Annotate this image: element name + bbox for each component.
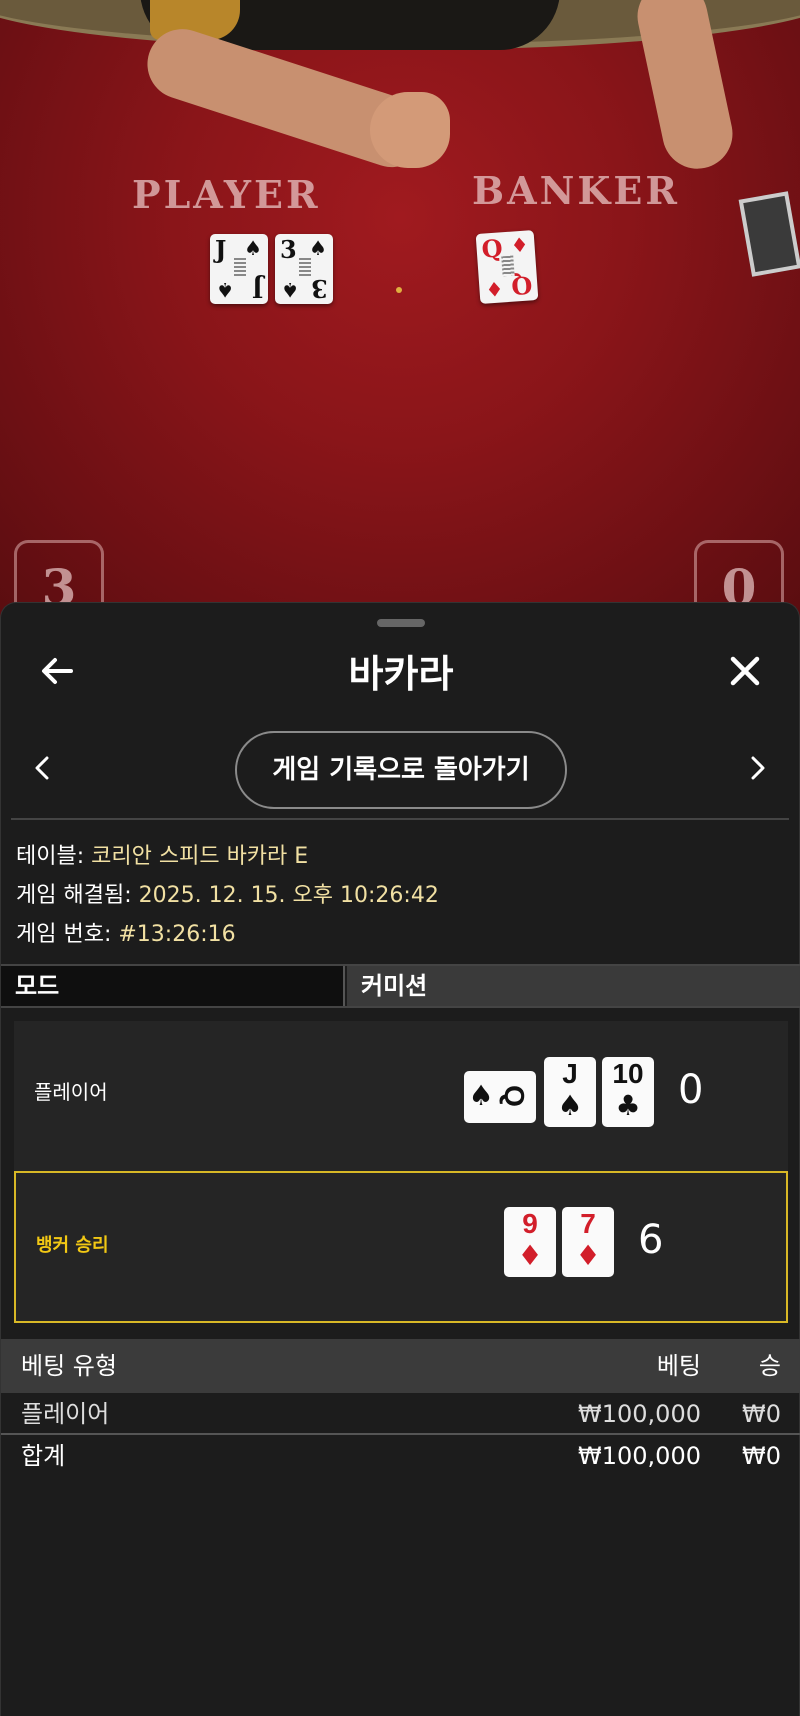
divider [11, 818, 789, 820]
spade-icon: ♠ [281, 278, 299, 302]
bet-amount-cell: ₩100,000 [578, 1400, 701, 1428]
diamond-icon: ♦ [509, 232, 530, 258]
table-info: 테이블: 코리안 스피드 바카라 E [16, 838, 308, 870]
table-row: 플레이어 ₩100,000 ₩0 [1, 1393, 800, 1435]
spade-icon: ♠ [216, 278, 234, 302]
player-result-panel: 플레이어 ♠ Q J ♠ 10 ♣ 0 [14, 1021, 788, 1173]
win-amount-cell: ₩0 [742, 1400, 781, 1428]
bet-amount-header: 베팅 [656, 1352, 701, 1380]
felt-player-label: PLAYER [132, 172, 321, 217]
win-amount-header: 승 [758, 1352, 781, 1380]
table-card-player-1: J ♠ J ♠ [210, 234, 268, 304]
card-rank: 9 [522, 1208, 538, 1239]
table-marker [396, 287, 402, 293]
page-title: 바카라 [348, 652, 454, 696]
game-number-value: #13:26:16 [118, 922, 236, 947]
drag-handle[interactable] [377, 619, 425, 627]
diamond-icon: ♦ [484, 276, 505, 302]
chevron-right-icon[interactable] [745, 753, 771, 783]
banker-win-label: 뱅커 승리 [36, 1235, 109, 1256]
game-number-label: 게임 번호: [16, 922, 119, 947]
club-icon: ♣ [615, 1089, 641, 1122]
card-rank: J [562, 1058, 578, 1089]
card-rank: J [251, 274, 263, 303]
table-card-player-2: 3 ♠ 3 ♠ [275, 234, 333, 304]
felt-banker-label: BANKER [472, 168, 680, 213]
resolved-info: 게임 해결됨: 2025. 12. 15. 오후 10:26:42 [16, 877, 439, 909]
game-history-sheet: 바카라 게임 기록으로 돌아가기 테이블: 코리안 스피드 바카라 E 게임 해… [0, 602, 800, 1716]
tab-mode[interactable]: 모드 [1, 966, 345, 1006]
spade-icon: ♠ [468, 1079, 494, 1112]
bet-type-header: 베팅 유형 [21, 1352, 117, 1380]
player-result-label: 플레이어 [34, 1080, 108, 1104]
card-face [299, 258, 311, 278]
mode-tabs: 모드 커미션 [1, 964, 800, 1008]
result-card: 10 ♣ [602, 1057, 654, 1127]
spade-icon: ♠ [309, 236, 327, 260]
bets-table-header: 베팅 유형 베팅 승 [1, 1339, 800, 1393]
card-rank: 3 [280, 235, 297, 264]
banker-result-score: 6 [638, 1217, 664, 1263]
banker-result-panel: 뱅커 승리 9 ♦ 7 ♦ 6 [14, 1171, 788, 1323]
result-card: J ♠ [544, 1057, 596, 1127]
diamond-icon: ♦ [575, 1239, 601, 1272]
spade-icon: ♠ [557, 1089, 583, 1122]
card-shoe [738, 191, 800, 277]
tab-commission[interactable]: 커미션 [347, 966, 800, 1006]
result-card: 9 ♦ [504, 1207, 556, 1277]
back-to-history-button[interactable]: 게임 기록으로 돌아가기 [235, 731, 567, 809]
card-rank: 3 [311, 274, 328, 303]
card-rank: 7 [580, 1208, 596, 1239]
diamond-icon: ♦ [517, 1239, 543, 1272]
result-card: 7 ♦ [562, 1207, 614, 1277]
table-info-label: 테이블: [16, 844, 92, 869]
resolved-info-label: 게임 해결됨: [16, 883, 139, 908]
card-rank: Q [510, 270, 534, 301]
total-row: 합계 ₩100,000 ₩0 [1, 1435, 800, 1477]
result-card: ♠ Q [464, 1071, 536, 1123]
chevron-left-icon[interactable] [29, 753, 55, 783]
card-rank: Q [499, 1085, 530, 1107]
total-bet-amount: ₩100,000 [578, 1442, 701, 1470]
resolved-info-value: 2025. 12. 15. 오후 10:26:42 [138, 883, 439, 908]
card-face [234, 258, 246, 278]
table-card-banker-1: Q ♦ Q ♦ [475, 230, 539, 304]
total-label: 합계 [21, 1442, 66, 1470]
live-video-feed: PLAYER BANKER J ♠ J ♠ 3 ♠ 3 ♠ Q ♦ Q ♦ 3 … [0, 0, 800, 620]
card-rank: J [215, 235, 227, 264]
table-info-value: 코리안 스피드 바카라 E [91, 844, 309, 869]
dealer-hand-left [370, 92, 450, 168]
spade-icon: ♠ [244, 236, 262, 260]
bet-type-cell: 플레이어 [21, 1400, 110, 1428]
card-rank: Q [480, 233, 504, 264]
player-result-score: 0 [678, 1067, 704, 1113]
close-icon[interactable] [725, 651, 765, 691]
card-rank: 10 [612, 1058, 644, 1089]
game-number-info: 게임 번호: #13:26:16 [16, 916, 236, 948]
total-win-amount: ₩0 [742, 1442, 781, 1470]
